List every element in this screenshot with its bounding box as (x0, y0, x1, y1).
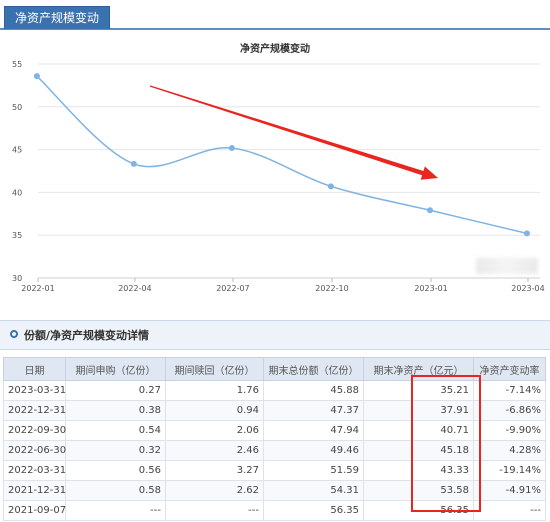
table-cell: 47.94 (263, 420, 364, 441)
table-cell: 2021-09-07 (3, 500, 66, 521)
table-cell: 56.35 (263, 500, 364, 521)
data-point (327, 183, 334, 190)
y-tick-label: 40 (12, 188, 22, 197)
table-cell: 2.62 (165, 480, 264, 501)
table-cell: -19.14% (473, 460, 546, 481)
table-cell: 0.94 (165, 400, 264, 421)
table-cell: -6.86% (473, 400, 546, 421)
table-cell: 2021-12-31 (3, 480, 66, 501)
chart-title: 净资产规模变动 (240, 44, 310, 55)
table-cell: 0.38 (65, 400, 166, 421)
table-cell: 45.88 (263, 380, 364, 401)
chart-svg: 30 35 40 45 50 55 2022-01 2022-04 2022-07 2022-10… (12, 60, 545, 293)
table-cell: 0.58 (65, 480, 166, 501)
series-line (36, 75, 528, 235)
data-point (523, 230, 530, 237)
column-header: 日期 (3, 357, 66, 381)
x-tick-label: 2023-01 (414, 284, 447, 293)
table-cell: 1.76 (165, 380, 264, 401)
data-point (228, 145, 235, 152)
data-point (130, 160, 137, 167)
column-header: 净资产变动率 (473, 357, 546, 381)
tab-bar: 净资产规模变动 (0, 0, 550, 30)
table-cell: 4.28% (473, 440, 546, 461)
table-cell: 2022-12-31 (3, 400, 66, 421)
table-cell: 2023-03-31 (3, 380, 66, 401)
y-tick-label: 30 (12, 274, 22, 283)
table-cell: 49.46 (263, 440, 364, 461)
highlight-box (411, 375, 481, 512)
table-cell: --- (165, 500, 264, 521)
x-tick-label: 2022-04 (118, 284, 151, 293)
x-tick-label: 2022-10 (315, 284, 348, 293)
data-point (427, 207, 433, 214)
x-tick-label: 2023-04 (511, 284, 544, 293)
table-cell: -9.90% (473, 420, 546, 441)
table-cell: 51.59 (263, 460, 364, 481)
x-tick-label: 2022-07 (216, 284, 249, 293)
table-cell: 2022-09-30 (3, 420, 66, 441)
detail-section-header: 份额/净资产规模变动详情 (0, 320, 550, 350)
y-tick-label: 50 (12, 103, 22, 112)
tab-net-asset-change[interactable]: 净资产规模变动 (4, 6, 111, 29)
table-cell: 3.27 (165, 460, 264, 481)
y-tick-label: 55 (12, 60, 22, 69)
section-bullet-icon (10, 330, 18, 338)
y-tick-label: 35 (12, 231, 22, 240)
table-cell: 2022-03-31 (3, 460, 66, 481)
column-header: 期末总份额（亿份） (263, 357, 364, 381)
table-cell: 54.31 (263, 480, 364, 501)
table-cell: 2.46 (165, 440, 264, 461)
x-tick-label: 2022-01 (21, 284, 54, 293)
data-point (33, 73, 40, 80)
column-header: 期间申购（亿份） (65, 357, 166, 381)
table-cell: -7.14% (473, 380, 546, 401)
table-cell: 0.32 (65, 440, 166, 461)
detail-section-title: 份额/净资产规模变动详情 (24, 329, 150, 342)
table-cell: 0.27 (65, 380, 166, 401)
table-cell: -4.91% (473, 480, 546, 501)
annotation-arrow (149, 85, 439, 180)
watermark (476, 258, 538, 274)
line-chart: 净资产规模变动 30 35 40 45 50 55 2022-01 2022-04 2022-0… (0, 30, 550, 300)
table-cell: --- (473, 500, 546, 521)
column-header: 期间赎回（亿份） (165, 357, 264, 381)
table-cell: --- (65, 500, 166, 521)
table-cell: 0.56 (65, 460, 166, 481)
table-cell: 0.54 (65, 420, 166, 441)
table-cell: 2.06 (165, 420, 264, 441)
table-cell: 47.37 (263, 400, 364, 421)
table-cell: 2022-06-30 (3, 440, 66, 461)
y-tick-label: 45 (12, 146, 22, 155)
